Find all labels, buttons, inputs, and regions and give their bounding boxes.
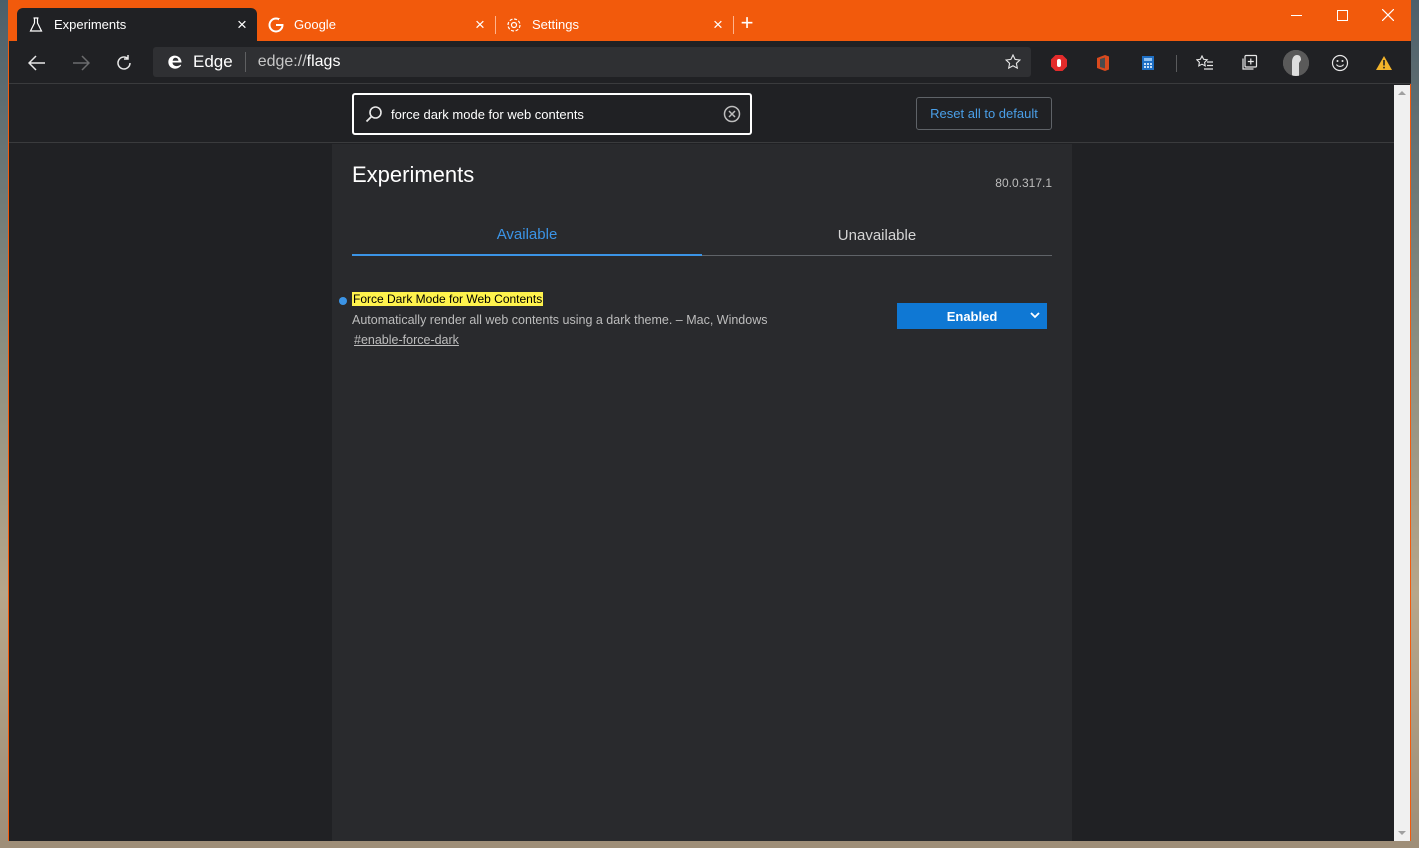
clear-search-icon[interactable] bbox=[722, 104, 742, 124]
refresh-icon bbox=[117, 55, 131, 70]
address-bar[interactable]: Edge edge://flags bbox=[153, 47, 1031, 77]
warning-icon[interactable] bbox=[1372, 51, 1396, 75]
experiments-panel: Experiments 80.0.317.1 Available Unavail… bbox=[332, 144, 1072, 841]
office-icon[interactable] bbox=[1091, 51, 1115, 75]
tab-divider bbox=[733, 16, 734, 34]
chevron-down-icon bbox=[1028, 308, 1042, 322]
maximize-icon bbox=[1336, 9, 1348, 21]
flag-state-select[interactable]: Enabled bbox=[897, 303, 1047, 329]
flag-state-value: Enabled bbox=[946, 308, 998, 324]
flask-icon bbox=[28, 16, 44, 33]
adblock-icon[interactable] bbox=[1047, 51, 1071, 75]
search-input[interactable] bbox=[391, 106, 722, 122]
title-bar: Experiments × Google × Settings × + bbox=[9, 0, 1411, 41]
close-tab-icon[interactable]: × bbox=[469, 14, 491, 36]
modified-indicator-dot bbox=[339, 297, 347, 305]
tab-available[interactable]: Available bbox=[352, 214, 702, 256]
tab-experiments[interactable]: Experiments × bbox=[17, 8, 257, 41]
url-scheme: edge:// bbox=[257, 53, 307, 70]
content-tabs: Available Unavailable bbox=[352, 214, 1052, 256]
tab-label: Settings bbox=[532, 17, 579, 32]
minimize-icon bbox=[1290, 14, 1302, 16]
tab-label: Google bbox=[294, 17, 336, 32]
tab-google[interactable]: Google × bbox=[257, 8, 495, 41]
close-tab-icon[interactable]: × bbox=[707, 14, 729, 36]
back-arrow-icon bbox=[28, 55, 45, 71]
edge-brand-label: Edge bbox=[193, 52, 233, 71]
minimize-button[interactable] bbox=[1273, 0, 1319, 30]
page-title: Experiments bbox=[352, 162, 475, 187]
flag-entry: Force Dark Mode for Web Contents Automat… bbox=[339, 292, 1052, 362]
profile-avatar[interactable] bbox=[1283, 50, 1309, 76]
calculator-icon[interactable] bbox=[1136, 51, 1160, 75]
tab-settings[interactable]: Settings × bbox=[495, 8, 733, 41]
toolbar: Edge edge://flags bbox=[9, 41, 1411, 84]
search-box[interactable] bbox=[352, 93, 752, 135]
tab-label: Experiments bbox=[54, 17, 127, 32]
toolbar-divider bbox=[1176, 55, 1177, 72]
favorites-icon[interactable] bbox=[1193, 51, 1217, 75]
url-host: flags bbox=[306, 53, 341, 70]
collections-icon[interactable] bbox=[1237, 51, 1261, 75]
reset-all-button[interactable]: Reset all to default bbox=[916, 97, 1052, 130]
close-window-button[interactable] bbox=[1365, 0, 1411, 30]
close-icon bbox=[1382, 9, 1394, 21]
browser-window: Experiments × Google × Settings × + Edge… bbox=[8, 0, 1411, 841]
tab-unavailable[interactable]: Unavailable bbox=[702, 214, 1052, 256]
flags-header: Reset all to default bbox=[9, 85, 1395, 143]
page-content: Reset all to default Experiments 80.0.31… bbox=[9, 85, 1395, 841]
flag-name: Force Dark Mode for Web Contents bbox=[352, 292, 544, 306]
address-divider bbox=[244, 52, 246, 72]
favorite-star-button[interactable] bbox=[1003, 52, 1023, 72]
search-icon bbox=[364, 104, 384, 124]
edge-logo-icon bbox=[165, 52, 185, 72]
version-label: 80.0.317.1 bbox=[995, 176, 1052, 190]
scroll-down-icon[interactable] bbox=[1394, 825, 1410, 841]
back-button[interactable] bbox=[22, 48, 52, 78]
flag-anchor-link[interactable]: #enable-force-dark bbox=[354, 333, 459, 347]
star-icon bbox=[1005, 54, 1021, 70]
url-text[interactable]: edge://flags bbox=[258, 53, 341, 71]
close-tab-icon[interactable]: × bbox=[231, 14, 253, 36]
maximize-button[interactable] bbox=[1319, 0, 1365, 30]
google-icon bbox=[268, 17, 284, 33]
forward-button[interactable] bbox=[66, 48, 96, 78]
vertical-scrollbar[interactable] bbox=[1394, 85, 1410, 841]
gear-icon bbox=[506, 17, 522, 33]
scroll-up-icon[interactable] bbox=[1394, 85, 1410, 101]
flag-description: Automatically render all web contents us… bbox=[352, 313, 768, 327]
refresh-button[interactable] bbox=[109, 48, 139, 78]
new-tab-button[interactable]: + bbox=[736, 12, 758, 35]
forward-arrow-icon bbox=[73, 55, 90, 71]
feedback-smiley-icon[interactable] bbox=[1328, 51, 1352, 75]
